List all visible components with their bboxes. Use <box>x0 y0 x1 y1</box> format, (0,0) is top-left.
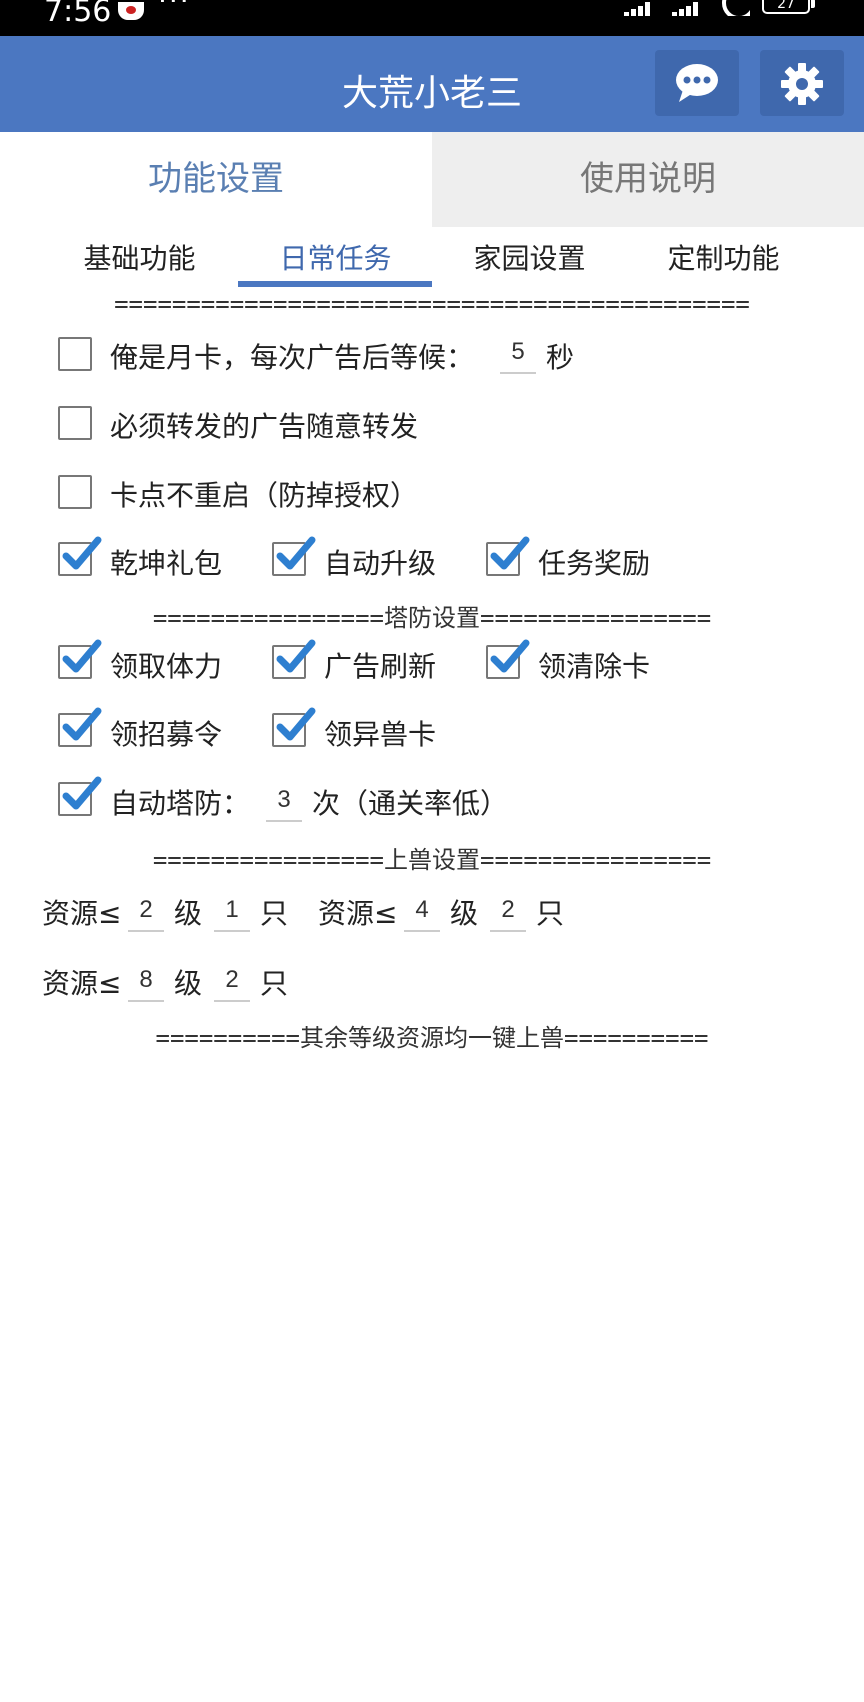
separator: ========================================… <box>114 290 750 318</box>
signal-icon <box>672 2 702 16</box>
auto-upgrade-label: 自动升级 <box>324 547 437 580</box>
level-unit: 级 <box>174 897 203 930</box>
chat-button[interactable] <box>655 50 739 116</box>
resource-label: 资源≤ <box>42 897 122 930</box>
checkmark-icon <box>276 707 316 741</box>
checkmark-icon <box>62 707 102 741</box>
app-bar: 大荒小老三 <box>0 36 864 132</box>
level-unit: 级 <box>174 967 203 1000</box>
subtab-daily-tasks[interactable]: 日常任务 <box>238 237 433 277</box>
checkmark-icon <box>276 639 316 673</box>
task-reward-checkbox[interactable] <box>486 536 530 576</box>
clear-card-label: 领清除卡 <box>538 650 651 683</box>
status-more-indicator: ··· <box>158 0 191 17</box>
checkmark-icon <box>490 639 530 673</box>
resource-level-input[interactable] <box>404 890 440 932</box>
stamina-label: 领取体力 <box>110 650 223 683</box>
tower-times-unit: 次（通关率低） <box>312 787 509 820</box>
tab-function-settings[interactable]: 功能设置 <box>0 132 432 227</box>
checkmark-icon <box>62 639 102 673</box>
signal-icon <box>624 2 654 16</box>
auto-tower-label: 自动塔防： <box>110 787 251 820</box>
ad-refresh-label: 广告刷新 <box>324 650 437 683</box>
checkmark-icon <box>62 536 102 570</box>
status-bar: 7:56 ··· 27 <box>0 0 864 36</box>
beast-separator: ================上兽设置================ <box>152 846 712 874</box>
chat-bubble-icon <box>676 64 718 102</box>
beast-count-input[interactable] <box>490 890 526 932</box>
footer-separator: ==========其余等级资源均一键上兽========== <box>155 1024 709 1052</box>
battery-icon: 27 <box>762 0 815 14</box>
no-restart-checkbox[interactable] <box>58 475 92 509</box>
recruit-checkbox[interactable] <box>58 707 102 747</box>
wifi-icon <box>720 0 750 16</box>
resource-level-input[interactable] <box>128 890 164 932</box>
count-unit: 只 <box>536 897 565 930</box>
beast-count-input[interactable] <box>214 960 250 1002</box>
ad-refresh-checkbox[interactable] <box>272 639 316 679</box>
count-unit: 只 <box>260 897 289 930</box>
resource-label: 资源≤ <box>42 967 122 1000</box>
auto-upgrade-checkbox[interactable] <box>272 536 316 576</box>
beast-card-checkbox[interactable] <box>272 707 316 747</box>
top-tabs: 功能设置 使用说明 <box>0 132 864 227</box>
auto-tower-checkbox[interactable] <box>58 776 102 816</box>
no-restart-label: 卡点不重启（防掉授权） <box>110 479 419 512</box>
notification-app-icon <box>118 2 144 20</box>
sub-tabs: 基础功能 日常任务 家园设置 定制功能 <box>0 227 864 289</box>
qiankun-checkbox[interactable] <box>58 536 102 576</box>
subtab-custom[interactable]: 定制功能 <box>626 237 821 277</box>
status-time: 7:56 <box>44 0 112 29</box>
stamina-checkbox[interactable] <box>58 639 102 679</box>
beast-count-input[interactable] <box>214 890 250 932</box>
active-tab-indicator <box>238 281 432 287</box>
level-unit: 级 <box>450 897 479 930</box>
checkmark-icon <box>490 536 530 570</box>
recruit-label: 领招募令 <box>110 718 223 751</box>
monthly-card-checkbox[interactable] <box>58 337 92 371</box>
checkmark-icon <box>276 536 316 570</box>
ad-wait-seconds-input[interactable] <box>500 332 536 374</box>
beast-card-label: 领异兽卡 <box>324 718 437 751</box>
qiankun-label: 乾坤礼包 <box>110 547 223 580</box>
forward-ads-label: 必须转发的广告随意转发 <box>110 410 419 443</box>
checkmark-icon <box>62 776 102 810</box>
monthly-card-label: 俺是月卡，每次广告后等候： <box>110 341 475 374</box>
count-unit: 只 <box>260 967 289 1000</box>
task-reward-label: 任务奖励 <box>538 547 651 580</box>
tower-times-input[interactable] <box>266 780 302 822</box>
resource-level-input[interactable] <box>128 960 164 1002</box>
resource-label: 资源≤ <box>318 897 398 930</box>
forward-ads-checkbox[interactable] <box>58 406 92 440</box>
seconds-unit: 秒 <box>546 341 575 374</box>
subtab-basic[interactable]: 基础功能 <box>42 237 237 277</box>
clear-card-checkbox[interactable] <box>486 639 530 679</box>
tower-separator: ================塔防设置================ <box>152 604 712 632</box>
gear-icon <box>781 63 823 105</box>
settings-button[interactable] <box>760 50 844 116</box>
subtab-home-settings[interactable]: 家园设置 <box>432 237 627 277</box>
tab-instructions[interactable]: 使用说明 <box>432 132 864 227</box>
